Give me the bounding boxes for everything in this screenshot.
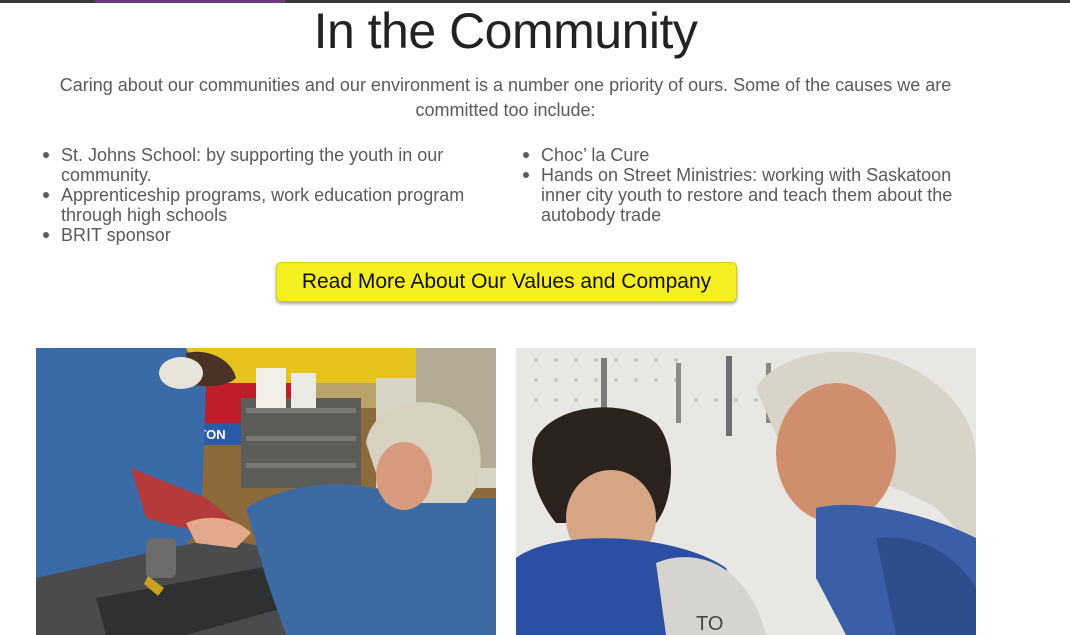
causes-list-right: Choc’ la Cure Hands on Street Ministries…	[520, 145, 970, 225]
read-more-button[interactable]: Read More About Our Values and Company	[276, 262, 737, 302]
cause-item: Choc’ la Cure	[520, 145, 970, 165]
cause-item: BRIT sponsor	[40, 225, 480, 245]
community-photo-teaching: TO	[516, 348, 976, 635]
cause-item: Hands on Street Ministries: working with…	[520, 165, 970, 225]
section-title: In the Community	[313, 3, 698, 59]
section-intro: Caring about our communities and our env…	[59, 75, 952, 120]
community-photo-workshop: RTON	[36, 348, 496, 635]
shirt-text: TO	[696, 613, 723, 635]
cause-item: Apprenticeship programs, work education …	[40, 185, 480, 225]
read-more-button-label: Read More About Our Values and Company	[301, 270, 712, 293]
causes-list-left: St. Johns School: by supporting the yout…	[40, 145, 480, 245]
cause-item: St. Johns School: by supporting the yout…	[40, 145, 480, 185]
